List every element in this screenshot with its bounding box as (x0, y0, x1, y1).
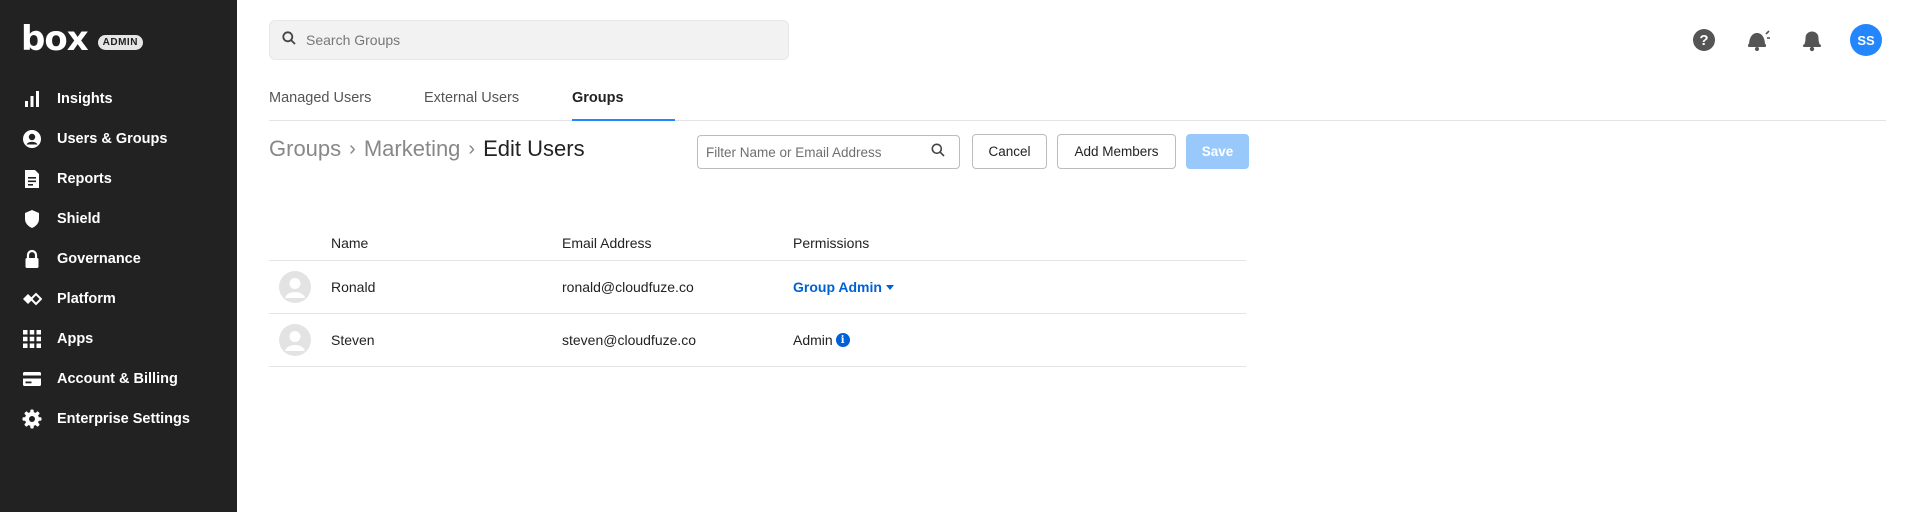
user-email: steven@cloudfuze.co (562, 332, 697, 348)
brand[interactable]: box ADMIN (21, 22, 143, 56)
search-bar[interactable] (269, 20, 789, 60)
user-email: ronald@cloudfuze.co (562, 279, 694, 295)
sidebar-item-label: Platform (57, 291, 116, 307)
sidebar-item-enterprise-settings[interactable]: Enterprise Settings (0, 399, 237, 439)
search-icon (282, 30, 296, 50)
grid-icon (22, 329, 42, 349)
cancel-button[interactable]: Cancel (972, 134, 1047, 169)
permission-value: Admin (793, 332, 833, 348)
box-logo[interactable]: box (21, 22, 89, 56)
sidebar-item-reports[interactable]: Reports (0, 159, 237, 199)
user-name: Steven (331, 332, 375, 348)
avatar: SS (1850, 24, 1882, 56)
shield-icon (22, 209, 42, 229)
page-title: Edit Users (483, 136, 585, 161)
sidebar-item-apps[interactable]: Apps (0, 319, 237, 359)
help-icon[interactable]: ? (1688, 24, 1720, 56)
user-circle-icon (22, 129, 42, 149)
table-header: Name Email Address Permissions (269, 226, 1246, 261)
sidebar-item-label: Users & Groups (57, 131, 168, 147)
sidebar-item-insights[interactable]: Insights (0, 79, 237, 119)
breadcrumb-group[interactable]: Marketing (364, 136, 461, 162)
sidebar-item-label: Reports (57, 171, 112, 187)
sidebar-item-label: Governance (57, 251, 141, 267)
sidebar-item-label: Shield (57, 211, 101, 227)
chevron-right-icon: › (349, 137, 356, 160)
column-header-name[interactable]: Name (331, 235, 368, 251)
save-button[interactable]: Save (1186, 134, 1249, 169)
search-input[interactable] (306, 32, 766, 48)
sidebar-item-platform[interactable]: Platform (0, 279, 237, 319)
permission-dropdown[interactable]: Group Admin (793, 279, 894, 295)
search-icon (931, 143, 945, 162)
sidebar-item-label: Enterprise Settings (57, 411, 190, 427)
members-table: Name Email Address Permissions Ronald ro… (269, 226, 1246, 367)
user-avatar-icon (279, 324, 311, 356)
sidebar-item-account-billing[interactable]: Account & Billing (0, 359, 237, 399)
column-header-email[interactable]: Email Address (562, 235, 651, 251)
users-tabs: Managed Users External Users Groups (269, 84, 1886, 121)
lock-icon (22, 249, 42, 269)
notification-bell-icon[interactable] (1796, 24, 1828, 56)
sidebar: box ADMIN Insights Users & Groups Report… (0, 0, 237, 512)
table-row: Ronald ronald@cloudfuze.co Group Admin (269, 261, 1246, 314)
info-icon[interactable]: i (835, 333, 850, 347)
caret-down-icon (885, 284, 894, 290)
sidebar-item-label: Apps (57, 331, 94, 347)
gear-icon (22, 409, 42, 429)
tab-groups[interactable]: Groups (572, 90, 675, 121)
sidebar-item-shield[interactable]: Shield (0, 199, 237, 239)
sidebar-item-label: Insights (57, 91, 113, 107)
tab-external-users[interactable]: External Users (424, 90, 519, 121)
sidebar-item-label: Account & Billing (57, 371, 178, 387)
report-icon (22, 169, 42, 189)
breadcrumb-groups[interactable]: Groups (269, 136, 341, 162)
user-name: Ronald (331, 279, 376, 295)
add-members-button[interactable]: Add Members (1057, 134, 1176, 169)
permission-static: Admin i (793, 332, 850, 348)
announcement-icon[interactable] (1742, 24, 1774, 56)
permission-value[interactable]: Group Admin (793, 279, 882, 295)
breadcrumb: Groups › Marketing › Edit Users (269, 136, 585, 162)
admin-badge: ADMIN (97, 34, 143, 50)
filter-input[interactable] (706, 144, 931, 160)
chevron-right-icon: › (468, 137, 476, 160)
table-row: Steven steven@cloudfuze.co Admin i (269, 314, 1246, 367)
billing-icon (22, 369, 42, 389)
sidebar-item-users-groups[interactable]: Users & Groups (0, 119, 237, 159)
sidebar-item-governance[interactable]: Governance (0, 239, 237, 279)
tab-managed-users[interactable]: Managed Users (269, 90, 371, 121)
svg-text:?: ? (1699, 32, 1708, 49)
platform-icon (22, 289, 42, 309)
column-header-permissions[interactable]: Permissions (793, 235, 869, 251)
user-avatar-icon (279, 271, 311, 303)
user-avatar-button[interactable]: SS (1850, 24, 1882, 56)
sidebar-nav: Insights Users & Groups Reports Shield G… (0, 79, 237, 439)
filter-field[interactable] (697, 135, 960, 169)
bar-chart-icon (22, 89, 42, 109)
